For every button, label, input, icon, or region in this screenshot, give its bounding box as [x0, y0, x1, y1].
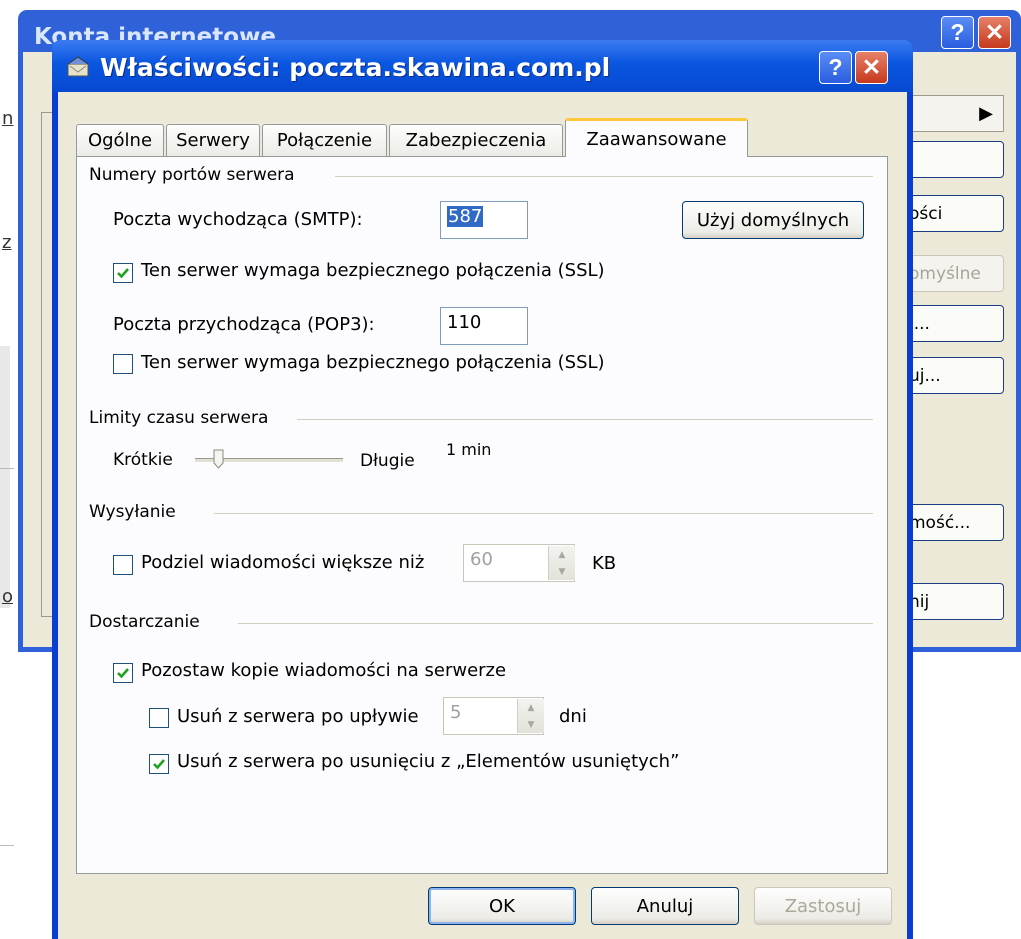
spin-down-icon: ▼ [558, 566, 566, 577]
order-button[interactable]: mość... [898, 504, 1004, 541]
cancel-button[interactable]: Anuluj [591, 887, 739, 925]
checkmark-icon [117, 668, 129, 679]
accounts-tab-scroll-button[interactable]: ▶ [898, 95, 1004, 132]
keep-copy-checkbox[interactable] [113, 663, 133, 683]
remove-after-days-spinner[interactable]: ▲ ▼ [517, 699, 544, 733]
timeout-value-label: 1 min [446, 440, 492, 459]
background-divider [0, 845, 14, 846]
pop3-port-value: 110 [447, 312, 482, 333]
background-link[interactable]: n [2, 108, 13, 129]
help-button[interactable]: ? [941, 16, 974, 49]
tab-general[interactable]: Ogólne [76, 124, 164, 156]
spin-up-icon: ▲ [558, 549, 566, 560]
background-link[interactable]: z [2, 232, 11, 253]
export-button[interactable]: uj... [898, 357, 1004, 394]
split-messages-checkbox[interactable] [113, 555, 133, 575]
dialog-help-button[interactable]: ? [819, 51, 852, 84]
timeouts-group-label: Limity czasu serwera [89, 408, 269, 428]
dialog-body: Ogólne Serwery Połączenie Zabezpieczenia… [58, 92, 907, 939]
smtp-ssl-label: Ten serwer wymaga bezpiecznego połączeni… [141, 260, 605, 281]
pop3-port-input[interactable]: 110 [440, 307, 528, 345]
arrow-right-icon: ▶ [979, 103, 993, 124]
ports-group-label: Numery portów serwera [89, 165, 295, 185]
pop3-ssl-label: Ten serwer wymaga bezpiecznego połączeni… [141, 352, 605, 373]
remove-deleted-checkbox[interactable] [149, 754, 169, 774]
accounts-button[interactable] [898, 141, 1004, 178]
checkmark-icon [153, 759, 165, 770]
close-accounts-button[interactable]: nij [898, 583, 1004, 620]
remove-after-unit: dni [559, 706, 587, 727]
spin-up-icon: ▲ [527, 702, 535, 713]
apply-button[interactable]: Zastosuj [754, 887, 892, 925]
import-button[interactable]: j... [898, 305, 1004, 342]
smtp-port-label: Poczta wychodząca (SMTP): [113, 209, 363, 230]
pop3-ssl-checkbox[interactable] [113, 354, 133, 374]
use-defaults-button[interactable]: Użyj domyślnych [682, 201, 864, 239]
remove-after-label: Usuń z serwera po upływie [177, 706, 419, 727]
remove-after-checkbox[interactable] [149, 708, 169, 728]
pop3-port-label: Poczta przychodząca (POP3): [113, 314, 375, 335]
timeout-slider-thumb[interactable] [213, 449, 224, 469]
checkmark-icon [117, 268, 129, 279]
timeout-long-label: Długie [360, 451, 415, 471]
sending-group-label: Wysyłanie [89, 502, 176, 522]
split-size-value: 60 [470, 549, 493, 570]
group-divider [335, 176, 873, 177]
remove-after-days-value: 5 [450, 702, 462, 723]
advanced-tab-panel: Numery portów serwera Poczta wychodząca … [76, 156, 888, 874]
spin-down-icon: ▼ [527, 719, 535, 730]
group-divider [297, 419, 873, 420]
group-divider [238, 623, 873, 624]
tab-connection[interactable]: Połączenie [262, 124, 387, 156]
delivery-group-label: Dostarczanie [89, 612, 200, 632]
properties-button[interactable]: ości [898, 195, 1004, 232]
timeout-short-label: Krótkie [113, 450, 173, 470]
split-size-unit: KB [592, 553, 617, 574]
smtp-ssl-checkbox[interactable] [113, 263, 133, 283]
background-divider [0, 468, 14, 469]
smtp-port-value: 587 [447, 206, 484, 227]
set-default-button[interactable]: omyślne [898, 255, 1004, 292]
keep-copy-label: Pozostaw kopie wiadomości na serwerze [141, 660, 507, 681]
dialog-titlebar[interactable]: Właściwości: poczta.skawina.com.pl ? ✕ [52, 40, 913, 92]
close-button[interactable]: ✕ [978, 16, 1011, 49]
tab-advanced[interactable]: Zaawansowane [565, 118, 748, 157]
remove-deleted-label: Usuń z serwera po usunięciu z „Elementów… [177, 751, 680, 772]
tab-security[interactable]: Zabezpieczenia [389, 124, 563, 156]
group-divider [214, 513, 873, 514]
dialog-close-button[interactable]: ✕ [855, 51, 888, 84]
smtp-port-input[interactable]: 587 [440, 201, 528, 239]
split-size-spinner[interactable]: ▲ ▼ [548, 546, 575, 580]
dialog-title: Właściwości: poczta.skawina.com.pl [100, 53, 611, 82]
background-link[interactable]: o [2, 586, 13, 607]
properties-dialog: Właściwości: poczta.skawina.com.pl ? ✕ O… [52, 40, 913, 939]
mail-account-icon [67, 56, 89, 77]
background-panel [0, 346, 10, 608]
ok-button[interactable]: OK [428, 887, 576, 925]
split-messages-label: Podziel wiadomości większe niż [141, 552, 425, 573]
tab-servers[interactable]: Serwery [166, 124, 260, 156]
